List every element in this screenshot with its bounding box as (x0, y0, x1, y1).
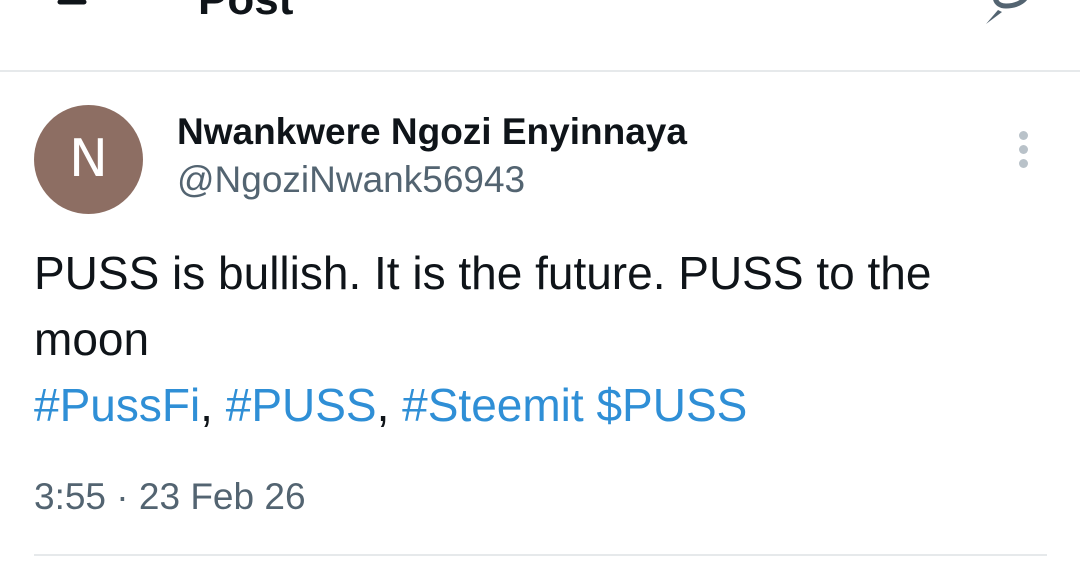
display-name[interactable]: Nwankwere Ngozi Enyinnaya (177, 110, 687, 154)
reply-button[interactable] (972, 0, 1044, 34)
post-text-line: PUSS is bullish. It is the future. PUSS … (34, 247, 932, 299)
tag-separator: , (200, 379, 226, 431)
post-page: Post N Nwankwere Ngozi Enyinnaya @NgoziN… (0, 0, 1080, 585)
reply-icon (986, 0, 1027, 24)
tag-separator (584, 379, 597, 431)
hashtag-link[interactable]: #PUSS (226, 379, 377, 431)
cashtag-link[interactable]: $PUSS (596, 379, 747, 431)
post-timestamp[interactable]: 3:55 · 23 Feb 26 (34, 474, 306, 520)
hashtag-link[interactable]: #PussFi (34, 379, 200, 431)
back-button[interactable] (40, 0, 100, 32)
more-options-button[interactable] (1008, 127, 1040, 171)
tag-separator: , (376, 379, 403, 431)
hashtag-line: #PussFi, #PUSS, #Steemit $PUSS (34, 372, 1044, 438)
page-title: Post (198, 0, 293, 26)
post-text: PUSS is bullish. It is the future. PUSS … (34, 240, 1044, 438)
arrow-left-icon (57, 0, 87, 5)
more-dot-icon (1019, 159, 1028, 168)
more-dot-icon (1019, 131, 1028, 140)
post-text-line: moon (34, 313, 150, 365)
hashtag-link[interactable]: #Steemit (402, 379, 584, 431)
divider (34, 554, 1047, 556)
avatar[interactable]: N (34, 105, 143, 214)
top-bar: Post (0, 0, 1080, 72)
user-handle[interactable]: @NgoziNwank56943 (177, 158, 525, 202)
more-dot-icon (1019, 145, 1028, 154)
